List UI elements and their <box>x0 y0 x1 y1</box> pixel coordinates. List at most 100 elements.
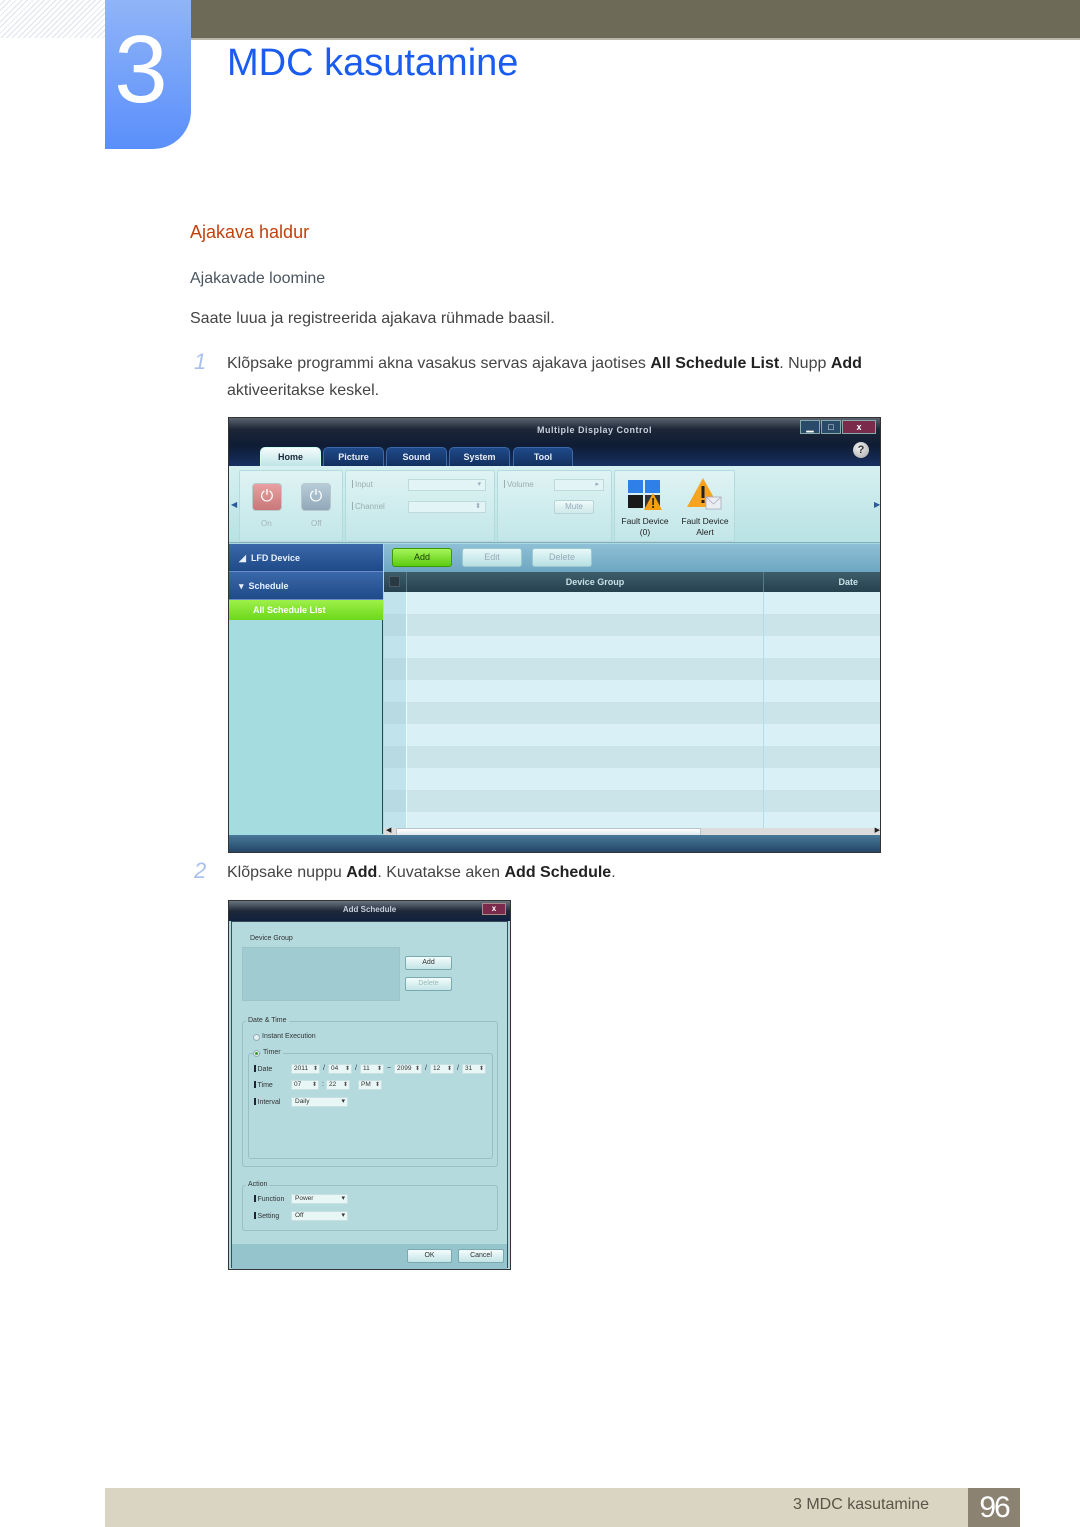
device-group-label: Device Group <box>250 935 293 942</box>
chapter-title: MDC kasutamine <box>227 42 519 84</box>
row-checkbox-cell[interactable] <box>384 592 406 614</box>
channel-stepper[interactable]: ⬍ <box>408 501 486 513</box>
step-text-bold: All Schedule List <box>650 355 780 372</box>
step-text-bold: Add Schedule <box>504 864 612 881</box>
header-hatch-decoration <box>0 0 105 38</box>
time-ampm-spinner[interactable]: PM <box>358 1080 382 1090</box>
cancel-button[interactable]: Cancel <box>458 1249 504 1263</box>
edit-button[interactable]: Edit <box>462 548 522 567</box>
sidebar-item-schedule[interactable]: ▾ Schedule <box>229 572 383 600</box>
sidebar-item-all-schedule-list[interactable]: All Schedule List <box>229 600 383 620</box>
fault-alert-subtext: Alert <box>696 527 714 537</box>
column-header-date[interactable]: Date <box>764 572 880 592</box>
interval-label: Interval <box>254 1098 281 1106</box>
power-on-button[interactable]: ⏻ <box>252 483 282 511</box>
tab-system[interactable]: System <box>449 447 510 466</box>
scroll-left-icon[interactable]: ◀ <box>386 826 391 834</box>
delete-button[interactable]: Delete <box>532 548 592 567</box>
tab-home[interactable]: Home <box>260 447 321 466</box>
date-time-legend: Date & Time <box>246 1017 289 1024</box>
ribbon-scroll-left-icon[interactable]: ◀ <box>231 500 237 509</box>
date-separator: / <box>323 1065 325 1072</box>
table-row[interactable] <box>384 614 880 636</box>
triangle-expanded-icon: ▾ <box>239 581 244 591</box>
fault-alert-text: Fault Device <box>681 516 729 526</box>
table-row[interactable] <box>384 768 880 790</box>
time-hour-spinner[interactable]: 07 <box>291 1080 319 1090</box>
device-group-add-button[interactable]: Add <box>405 956 452 970</box>
section-title: Ajakava haldur <box>190 222 310 242</box>
step-text-bold: Add <box>830 355 862 372</box>
table-row[interactable] <box>384 658 880 680</box>
scroll-right-icon[interactable]: ▶ <box>875 826 880 834</box>
date-to-day-spinner[interactable]: 31 <box>462 1064 486 1074</box>
chapter-number: 3 <box>114 16 168 123</box>
power-off-button[interactable]: ⏻ <box>301 483 331 511</box>
row-checkbox-cell[interactable] <box>384 724 406 746</box>
add-schedule-dialog: Add Schedule x Device Group Add Delete D… <box>228 900 511 1270</box>
step-text-part: . Nupp <box>779 355 831 372</box>
row-checkbox-cell[interactable] <box>384 702 406 724</box>
add-button[interactable]: Add <box>392 548 452 567</box>
device-group-list[interactable] <box>242 947 400 1001</box>
table-row[interactable] <box>384 592 880 614</box>
triangle-collapsed-icon: ◢ <box>239 553 246 563</box>
sidebar-item-lfd-device[interactable]: ◢ LFD Device <box>229 544 383 572</box>
row-checkbox-cell[interactable] <box>384 790 406 812</box>
fault-alert-icon[interactable] <box>687 477 723 511</box>
row-checkbox-cell[interactable] <box>384 614 406 636</box>
window-titlebar: Multiple Display Control ▁ □ x <box>229 418 880 446</box>
tab-tool[interactable]: Tool <box>513 447 573 466</box>
date-label: Date <box>254 1065 273 1073</box>
dialog-close-button[interactable]: x <box>482 903 506 915</box>
help-icon[interactable]: ? <box>853 442 869 458</box>
maximize-button[interactable]: □ <box>821 420 841 434</box>
instant-execution-radio[interactable] <box>253 1034 260 1041</box>
interval-select[interactable]: Daily <box>291 1097 348 1107</box>
step-text: Klõpsake nuppu Add. Kuvatakse aken Add S… <box>227 859 927 886</box>
grid-body <box>384 592 880 834</box>
window-title: Multiple Display Control <box>536 425 652 435</box>
column-header-device-group[interactable]: Device Group <box>406 572 784 592</box>
ribbon-scroll-right-icon[interactable]: ▶ <box>874 500 880 509</box>
minimize-button[interactable]: ▁ <box>800 420 820 434</box>
date-from-month-spinner[interactable]: 04 <box>328 1064 352 1074</box>
row-checkbox-cell[interactable] <box>384 680 406 702</box>
date-from-day-spinner[interactable]: 11 <box>360 1064 384 1074</box>
date-to-year-spinner[interactable]: 2099 <box>394 1064 422 1074</box>
row-checkbox-cell[interactable] <box>384 658 406 680</box>
timer-radio[interactable] <box>253 1050 260 1057</box>
row-checkbox-cell[interactable] <box>384 768 406 790</box>
table-row[interactable] <box>384 724 880 746</box>
close-button[interactable]: x <box>842 420 876 434</box>
device-group-delete-button[interactable]: Delete <box>405 977 452 991</box>
table-row[interactable] <box>384 746 880 768</box>
date-to-month-spinner[interactable]: 12 <box>430 1064 454 1074</box>
step-text-part: . Kuvatakse aken <box>377 864 505 881</box>
table-row[interactable] <box>384 636 880 658</box>
time-label: Time <box>254 1081 273 1089</box>
table-row[interactable] <box>384 790 880 812</box>
tab-sound[interactable]: Sound <box>386 447 447 466</box>
mute-button[interactable]: Mute <box>554 500 594 514</box>
volume-slider[interactable]: ▸ <box>554 479 604 491</box>
ribbon: ◀ ▶ ⏻ ⏻ On Off Input ▾ Channel ⬍ Volume … <box>229 466 880 543</box>
date-separator: / <box>355 1065 357 1072</box>
volume-label: Volume <box>504 480 534 489</box>
date-from-year-spinner[interactable]: 2011 <box>291 1064 320 1074</box>
time-minute-spinner[interactable]: 22 <box>326 1080 350 1090</box>
table-row[interactable] <box>384 702 880 724</box>
grid-column-line <box>406 592 407 828</box>
row-checkbox-cell[interactable] <box>384 746 406 768</box>
table-row[interactable] <box>384 680 880 702</box>
row-checkbox-cell[interactable] <box>384 636 406 658</box>
input-select[interactable]: ▾ <box>408 479 486 491</box>
power-on-label: On <box>261 519 272 528</box>
function-select[interactable]: Power <box>291 1194 348 1204</box>
step-number: 1 <box>194 349 207 374</box>
select-all-checkbox[interactable] <box>389 576 400 587</box>
tab-picture[interactable]: Picture <box>323 447 384 466</box>
setting-select[interactable]: Off <box>291 1211 348 1221</box>
fault-device-icon[interactable] <box>627 479 663 511</box>
ok-button[interactable]: OK <box>407 1249 452 1263</box>
